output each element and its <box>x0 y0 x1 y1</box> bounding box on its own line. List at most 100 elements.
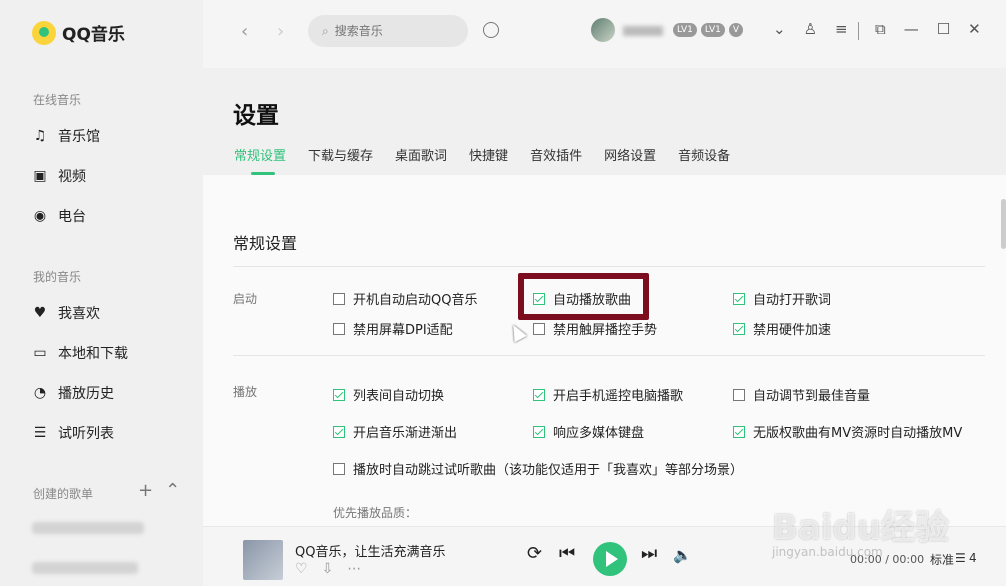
tab-download-cache[interactable]: 下载与缓存 <box>308 145 373 164</box>
mini-mode-icon[interactable]: ⧉ <box>875 20 886 38</box>
search-box[interactable]: ⌕ <box>308 15 468 47</box>
option-list-auto-switch[interactable]: 列表间自动切换 <box>333 385 444 404</box>
forward-arrow-icon[interactable]: › <box>277 21 284 42</box>
checkbox[interactable] <box>333 462 345 475</box>
option-media-keys[interactable]: 响应多媒体键盘 <box>533 422 644 441</box>
playlist-item[interactable] <box>32 522 144 534</box>
tab-shortcuts[interactable]: 快捷键 <box>469 145 508 164</box>
option-label: 开机自动启动QQ音乐 <box>353 293 478 308</box>
sidebar: QQ音乐 在线音乐 ♫ 音乐馆 ▣ 视频 ◉ 电台 我的音乐 ♥ 我喜欢 ▭ 本… <box>0 0 203 586</box>
window-controls: ⧉ — ☐ ✕ <box>875 20 981 38</box>
online-music-title: 在线音乐 <box>33 93 82 107</box>
level-badge: LV1 <box>673 23 697 37</box>
sidebar-item-video[interactable]: ▣ 视频 <box>32 166 86 186</box>
username[interactable] <box>623 26 663 36</box>
option-disable-hw-accel[interactable]: 禁用硬件加速 <box>733 319 831 338</box>
checkbox[interactable] <box>533 322 545 335</box>
tab-desktop-lyrics[interactable]: 桌面歌词 <box>395 145 447 164</box>
option-phone-remote[interactable]: 开启手机遥控电脑播歌 <box>533 385 683 404</box>
sidebar-item-radio[interactable]: ◉ 电台 <box>32 206 86 226</box>
heart-icon: ♥ <box>33 305 47 321</box>
option-auto-mv[interactable]: 无版权歌曲有MV资源时自动播放MV <box>733 422 962 441</box>
back-arrow-icon[interactable]: ‹ <box>241 21 248 42</box>
scrollbar[interactable] <box>1001 199 1006 249</box>
sidebar-item-trial-list[interactable]: ☰ 试听列表 <box>32 423 114 443</box>
qq-music-logo-icon <box>32 20 56 45</box>
play-button[interactable] <box>593 542 627 576</box>
next-icon[interactable]: ⏭ <box>641 543 657 564</box>
playlist-item[interactable] <box>32 562 138 574</box>
queue-icon[interactable]: ☰ <box>955 551 966 565</box>
tab-network[interactable]: 网络设置 <box>604 145 656 164</box>
vip-badges[interactable]: LV1 LV1 V <box>673 23 744 37</box>
chevron-up-icon[interactable]: ⌃ <box>165 480 180 501</box>
vip-badge: V <box>728 23 744 37</box>
checkbox[interactable] <box>333 292 345 305</box>
voice-search-icon[interactable] <box>483 22 499 38</box>
maximize-icon[interactable]: ☐ <box>937 20 950 38</box>
option-disable-touch[interactable]: 禁用触屏播控手势 <box>533 319 657 338</box>
checkbox[interactable] <box>533 388 545 401</box>
tab-general[interactable]: 常规设置 <box>234 145 286 175</box>
option-auto-lyrics[interactable]: 自动打开歌词 <box>733 289 831 308</box>
chevron-down-icon[interactable]: ⌄ <box>773 20 786 38</box>
tab-audio-plugins[interactable]: 音效插件 <box>530 145 582 164</box>
option-label: 自动调节到最佳音量 <box>753 389 871 404</box>
sidebar-item-history[interactable]: ◔ 播放历史 <box>32 383 114 403</box>
monitor-icon: ▭ <box>33 345 47 361</box>
sidebar-item-local-downloads[interactable]: ▭ 本地和下载 <box>32 343 128 363</box>
option-disable-dpi[interactable]: 禁用屏幕DPI适配 <box>333 319 453 338</box>
checkbox[interactable] <box>533 425 545 438</box>
checkbox[interactable] <box>733 388 745 401</box>
skin-icon[interactable]: ♙ <box>804 20 817 38</box>
divider <box>858 22 859 40</box>
search-input[interactable] <box>334 24 445 38</box>
close-icon[interactable]: ✕ <box>968 20 981 38</box>
my-music-title: 我的音乐 <box>33 270 82 284</box>
checkbox[interactable] <box>733 292 745 305</box>
page-title: 设置 <box>233 103 279 129</box>
sidebar-item-label: 试听列表 <box>58 426 114 442</box>
checkbox[interactable] <box>733 322 745 335</box>
menu-icon[interactable]: ≡ <box>835 20 848 38</box>
checkbox[interactable] <box>733 425 745 438</box>
checkbox[interactable] <box>333 425 345 438</box>
option-label: 自动打开歌词 <box>753 293 832 308</box>
like-icon[interactable]: ♡ <box>295 561 308 577</box>
section-title: 常规设置 <box>233 234 298 253</box>
option-label: 无版权歌曲有MV资源时自动播放MV <box>753 426 963 441</box>
sidebar-item-favorites[interactable]: ♥ 我喜欢 <box>32 303 100 323</box>
plus-icon[interactable]: + <box>138 480 153 501</box>
album-cover[interactable] <box>243 540 283 580</box>
app-logo[interactable]: QQ音乐 <box>32 20 125 45</box>
radio-icon: ◉ <box>33 208 47 224</box>
playlist-icon: ☰ <box>33 425 47 441</box>
checkbox[interactable] <box>333 388 345 401</box>
option-auto-volume[interactable]: 自动调节到最佳音量 <box>733 385 870 404</box>
tab-audio-device[interactable]: 音频设备 <box>678 145 730 164</box>
previous-icon[interactable]: ⏮ <box>559 543 575 564</box>
option-skip-trial[interactable]: 播放时自动跳过试听歌曲（该功能仅适用于「我喜欢」等部分场景） <box>333 459 743 478</box>
quality-selector[interactable]: 标准 <box>930 551 954 568</box>
option-fade[interactable]: 开启音乐渐进渐出 <box>333 422 457 441</box>
download-icon[interactable]: ⇩ <box>322 561 334 577</box>
option-label: 禁用触屏播控手势 <box>553 323 658 338</box>
mouse-cursor-icon <box>507 321 527 343</box>
watermark-url: jingyan.baidu.com <box>772 545 883 559</box>
checkbox[interactable] <box>333 322 345 335</box>
watermark-logo: Baidu经验 <box>772 508 950 548</box>
option-label: 禁用屏幕DPI适配 <box>353 323 453 338</box>
more-icon[interactable]: ⋯ <box>347 561 361 577</box>
option-label: 开启手机遥控电脑播歌 <box>553 389 684 404</box>
song-title: QQ音乐，让生活充满音乐 <box>295 545 446 560</box>
quality-label: 优先播放品质： <box>333 506 418 520</box>
level-badge: LV1 <box>700 23 725 37</box>
sidebar-item-music-hall[interactable]: ♫ 音乐馆 <box>32 126 100 146</box>
option-auto-launch[interactable]: 开机自动启动QQ音乐 <box>333 289 477 308</box>
sidebar-item-label: 视频 <box>58 169 86 185</box>
option-label: 播放时自动跳过试听歌曲（该功能仅适用于「我喜欢」等部分场景） <box>353 463 744 478</box>
repeat-icon[interactable]: ⟳ <box>527 543 542 564</box>
minimize-icon[interactable]: — <box>904 20 919 38</box>
volume-icon[interactable]: 🔈 <box>673 546 692 564</box>
avatar[interactable] <box>591 18 615 42</box>
